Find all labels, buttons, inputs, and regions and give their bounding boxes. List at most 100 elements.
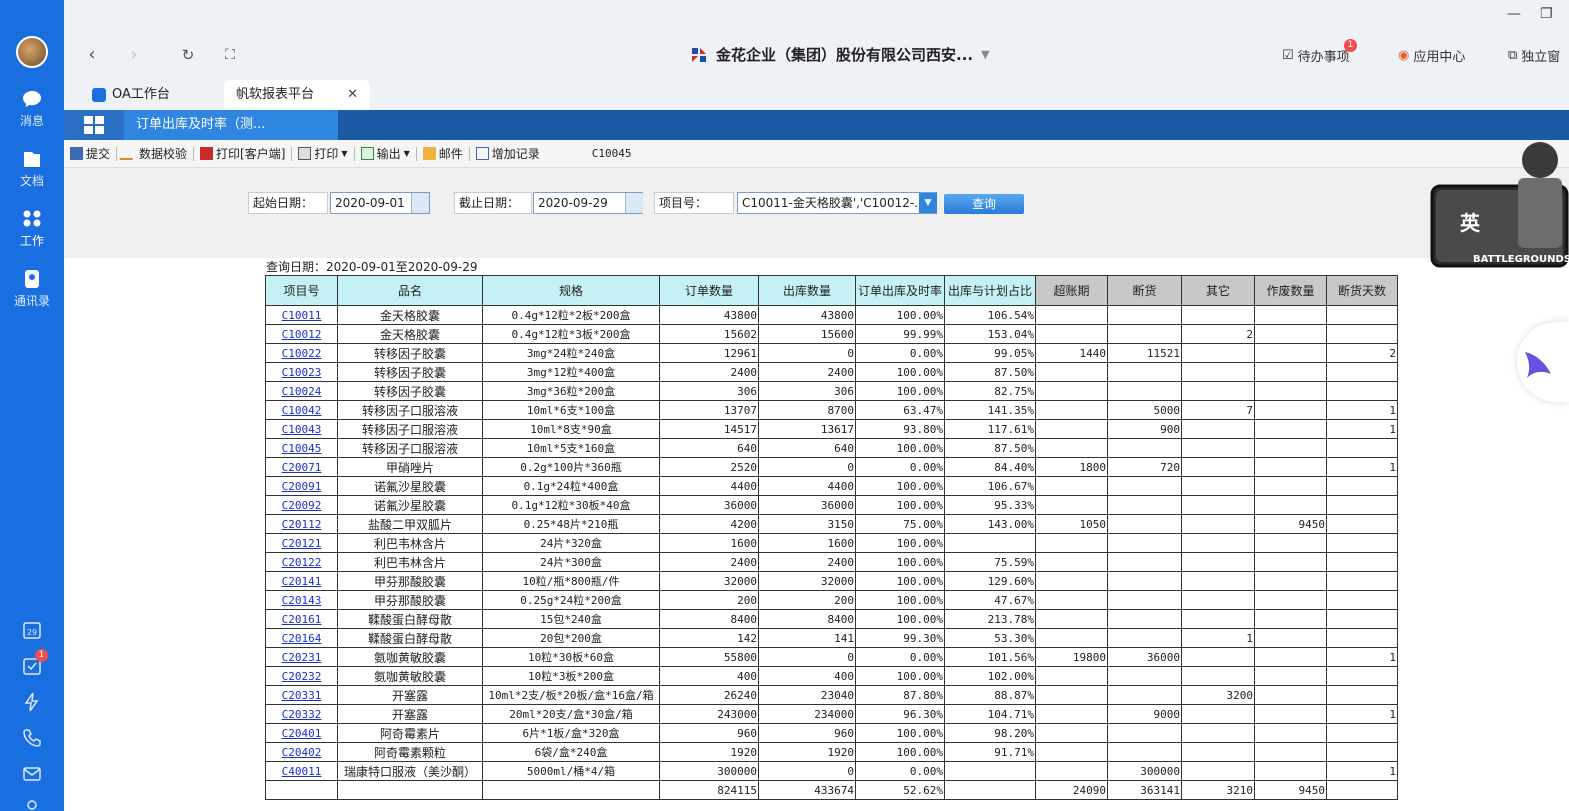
tab-oa-workbench[interactable]: OA工作台 <box>80 80 182 110</box>
back-button[interactable]: ‹ <box>82 44 102 65</box>
project-link[interactable]: C20232 <box>265 666 338 686</box>
assistant-bird-widget[interactable] <box>1517 322 1569 402</box>
value-cell <box>944 533 1036 553</box>
value-cell: 100.00% <box>855 476 945 496</box>
value-cell <box>1107 514 1182 534</box>
project-link[interactable]: C20092 <box>265 495 338 515</box>
rail-item-work[interactable]: 工作 <box>0 210 64 249</box>
dropdown-arrow-button[interactable]: ▼ <box>919 193 937 213</box>
value-cell: 15600 <box>758 324 856 344</box>
calendar-icon[interactable]: 29 <box>22 620 42 640</box>
save-icon <box>70 147 83 160</box>
project-link[interactable]: C10042 <box>265 400 338 420</box>
print-client-button[interactable]: 打印[客户端] <box>194 145 291 162</box>
project-link[interactable]: C20112 <box>265 514 338 534</box>
fullscreen-icon[interactable]: ⛶ <box>220 47 240 63</box>
value-cell: 91.71% <box>944 742 1036 762</box>
print-button[interactable]: 打印 ▼ <box>292 145 353 162</box>
validate-button[interactable]: 数据校验 <box>117 145 193 162</box>
lightning-icon[interactable] <box>22 692 42 712</box>
todo-check-icon: ☑ <box>1282 48 1294 63</box>
value-cell: 102.00% <box>944 666 1036 686</box>
project-link[interactable]: C10023 <box>265 362 338 382</box>
project-link[interactable]: C10011 <box>265 305 338 325</box>
value-cell <box>1035 571 1108 591</box>
project-link[interactable]: C20231 <box>265 647 338 667</box>
spec-cell: 6片*1板/盒*320盒 <box>482 723 660 743</box>
project-link[interactable]: C20143 <box>265 590 338 610</box>
value-cell <box>1254 305 1327 325</box>
app-center-button[interactable]: ◉ 应用中心 <box>1398 46 1465 65</box>
page-title-bar[interactable]: 金花企业（集团）股份有限公司西安... ▼ <box>690 44 990 65</box>
project-link[interactable]: C20091 <box>265 476 338 496</box>
value-cell <box>1035 533 1108 553</box>
report-tab[interactable]: 订单出库及时率（测... <box>124 110 338 140</box>
user-icon[interactable] <box>22 798 42 811</box>
value-cell: 36000 <box>1107 647 1182 667</box>
product-name-cell: 盐酸二甲双胍片 <box>337 514 483 534</box>
project-link[interactable]: C10043 <box>265 419 338 439</box>
project-link[interactable]: C10022 <box>265 343 338 363</box>
project-link[interactable]: C10024 <box>265 381 338 401</box>
value-cell: 101.56% <box>944 647 1036 667</box>
mail-button[interactable]: 邮件 <box>417 145 469 162</box>
minimize-button[interactable]: — <box>1507 6 1521 22</box>
query-button[interactable]: 查询 <box>944 194 1024 214</box>
project-link[interactable]: C20121 <box>265 533 338 553</box>
add-record-icon <box>475 147 489 160</box>
todo-button[interactable]: ☑ 待办事项 <box>1282 46 1350 65</box>
refresh-icon[interactable]: ↻ <box>178 46 198 64</box>
avatar[interactable] <box>16 36 48 68</box>
project-link[interactable]: C40011 <box>265 761 338 781</box>
value-cell <box>1326 742 1398 762</box>
tab-report-platform[interactable]: 帆软报表平台 ✕ <box>224 80 370 110</box>
project-link[interactable]: C10012 <box>265 324 338 344</box>
export-button[interactable]: 输出 ▼ <box>355 145 416 162</box>
rail-item-documents[interactable]: 文档 <box>0 150 64 189</box>
project-link[interactable]: C20122 <box>265 552 338 572</box>
project-link[interactable]: C20402 <box>265 742 338 762</box>
chevron-down-icon[interactable]: ▼ <box>981 48 989 61</box>
column-header: 断货天数 <box>1326 275 1398 306</box>
project-link[interactable]: C20071 <box>265 457 338 477</box>
menu-grid-button[interactable] <box>64 110 124 140</box>
standalone-label: 独立窗 <box>1521 50 1561 65</box>
mail-icon[interactable] <box>22 764 42 784</box>
standalone-window-button[interactable]: ⧉ 独立窗 <box>1508 46 1560 65</box>
project-select[interactable]: C10011-金天格胶囊','C10012-... <box>737 192 937 214</box>
table-row: C10043 转移因子口服溶液 10ml*8支*90盒 14517 13617 93.80… <box>265 419 1398 439</box>
value-cell <box>1326 533 1398 553</box>
project-link[interactable]: C20331 <box>265 685 338 705</box>
value-cell <box>1181 495 1255 515</box>
value-cell <box>1181 761 1255 781</box>
project-link[interactable]: C20161 <box>265 609 338 629</box>
project-link[interactable]: C20332 <box>265 704 338 724</box>
restore-button[interactable]: ❐ <box>1540 6 1553 22</box>
value-cell: 9000 <box>1107 704 1182 724</box>
project-link[interactable]: C20164 <box>265 628 338 648</box>
rail-item-contacts[interactable]: 通讯录 <box>0 270 64 309</box>
value-cell <box>1254 552 1327 572</box>
badge-char: 英 <box>1460 211 1481 235</box>
rail-item-messages[interactable]: 消息 <box>0 90 64 129</box>
value-cell: 98.20% <box>944 723 1036 743</box>
forward-button[interactable]: › <box>124 44 144 65</box>
column-header: 作废数量 <box>1254 275 1327 306</box>
query-form: 起始日期： 2020-09-01 截止日期： 2020-09-29 项目号： C… <box>64 168 1569 258</box>
phone-icon[interactable] <box>22 728 42 748</box>
close-icon[interactable]: ✕ <box>347 81 358 109</box>
game-overlay-widget[interactable]: 英 BATTLEGROUNDS <box>1430 140 1569 268</box>
value-cell: 1 <box>1326 457 1398 477</box>
calendar-icon[interactable] <box>411 193 429 213</box>
value-cell <box>1181 381 1255 401</box>
submit-button[interactable]: 提交 <box>64 145 116 162</box>
value-cell: 1440 <box>1035 343 1108 363</box>
project-link[interactable]: C20401 <box>265 723 338 743</box>
calendar-icon[interactable] <box>625 193 643 213</box>
add-record-button[interactable]: 增加记录 <box>470 145 546 162</box>
project-link[interactable]: C20141 <box>265 571 338 591</box>
value-cell <box>1035 419 1108 439</box>
rail-label-contacts: 通讯录 <box>13 294 50 308</box>
value-cell: 100.00% <box>855 362 945 382</box>
project-link[interactable]: C10045 <box>265 438 338 458</box>
